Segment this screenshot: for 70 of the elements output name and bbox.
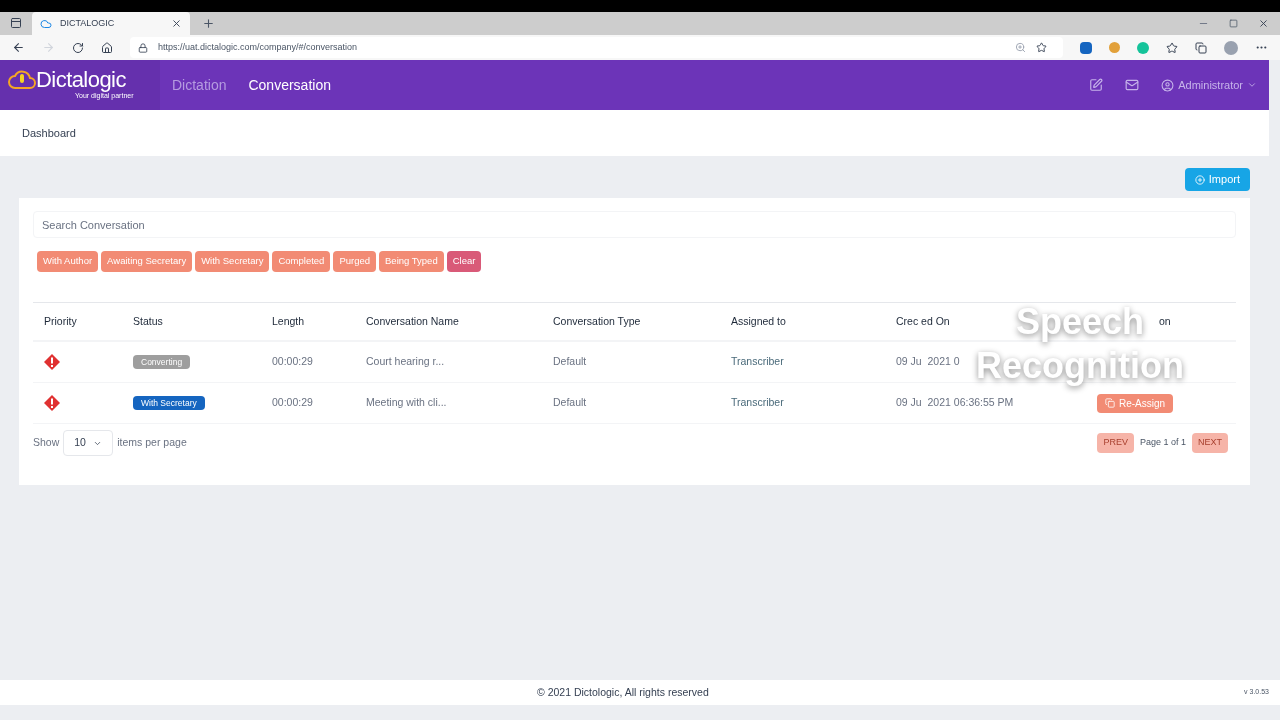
mail-icon[interactable] <box>1125 78 1140 92</box>
assignee-text: Transcriber <box>731 396 784 409</box>
prev-button[interactable]: PREV <box>1097 433 1134 453</box>
filter-button[interactable]: With Author <box>37 251 99 272</box>
conversation-type: Default <box>553 396 587 409</box>
column-header: Status <box>133 314 163 327</box>
per-page-select[interactable]: 10 <box>63 430 114 456</box>
assignee-text: Transcriber <box>731 355 784 368</box>
filter-button[interactable]: Clear <box>446 251 482 272</box>
nav-link[interactable]: Conversation <box>248 74 331 96</box>
priority-warning-icon <box>44 354 60 370</box>
tab-title: DICTALOGIC <box>60 16 116 30</box>
filter-button[interactable]: With Secretary <box>195 251 270 272</box>
status-badge: Converting <box>133 355 191 370</box>
home-icon[interactable] <box>101 41 113 54</box>
brand-logo-text: Dictalogic <box>36 68 126 91</box>
column-header: Conversation Type <box>553 314 641 327</box>
back-icon[interactable] <box>12 41 25 54</box>
search-field[interactable]: Search Conversation <box>33 211 1236 238</box>
filter-button[interactable]: Awaiting Secretary <box>101 251 193 272</box>
per-page-label: items per page <box>117 435 187 451</box>
copy-icon <box>1105 398 1115 408</box>
conversation-type: Default <box>553 355 587 368</box>
created-date: 09 Ju 2021 06:36:55 PM <box>896 396 1014 409</box>
lock-icon <box>138 42 148 53</box>
plus-icon <box>1194 174 1205 185</box>
column-header: Conversation Name <box>366 314 459 327</box>
cloud-mic-logo-icon <box>8 68 36 91</box>
breadcrumb[interactable]: Dashboard <box>22 124 76 142</box>
length-text: 00:00:29 <box>272 396 313 409</box>
column-header: on <box>1159 314 1171 327</box>
status-badge: With Secretary <box>133 396 205 411</box>
created-date: 09 Ju 2021 0 <box>896 355 960 368</box>
column-header: Priority <box>44 314 77 327</box>
column-header: Crec ed On <box>896 314 950 327</box>
tab-actions-icon[interactable] <box>10 17 22 29</box>
length-text: 00:00:29 <box>272 355 313 368</box>
collections-icon[interactable] <box>1195 41 1207 54</box>
edit-icon[interactable] <box>1089 78 1104 92</box>
filter-button[interactable]: Purged <box>333 251 377 272</box>
copyright-text: © 2021 Dictologic, All rights reserved <box>537 684 709 700</box>
filter-button[interactable]: Being Typed <box>379 251 444 272</box>
user-menu[interactable]: Administrator <box>1161 76 1257 94</box>
page-indicator: Page 1 of 1 <box>1139 436 1186 450</box>
reassign-button[interactable]: Re-Assign <box>1097 393 1174 413</box>
caption-text: Speech <box>1015 300 1145 344</box>
cloud-icon <box>40 17 52 30</box>
close-icon[interactable] <box>1258 18 1269 29</box>
conversation-name: Meeting with cli... <box>366 396 447 409</box>
favorites-icon[interactable] <box>1166 41 1178 54</box>
favorite-icon[interactable] <box>1036 42 1047 53</box>
column-header: Length <box>272 314 305 327</box>
close-icon[interactable] <box>171 18 182 29</box>
extension-icon[interactable] <box>1080 41 1092 54</box>
filter-button[interactable]: Completed <box>272 251 331 272</box>
conversation-name: Court hearing r... <box>366 355 445 368</box>
priority-warning-icon <box>44 395 60 411</box>
url-text: https://uat.dictalogic.com/company/#/conversation <box>158 40 359 54</box>
profile-avatar[interactable] <box>1224 40 1238 55</box>
address-bar[interactable]: https://uat.dictalogic.com/company/#/conversation <box>130 37 1063 58</box>
next-button[interactable]: NEXT <box>1192 433 1228 453</box>
new-tab-icon[interactable] <box>202 17 215 30</box>
reload-icon[interactable] <box>72 41 84 54</box>
caret-icon <box>1247 80 1257 90</box>
show-label: Show <box>33 435 60 451</box>
user-icon <box>1161 78 1175 92</box>
column-header: Assigned to <box>731 314 786 327</box>
import-button[interactable]: Import <box>1184 168 1250 191</box>
browser-tab[interactable]: DICTALOGIC <box>32 12 190 35</box>
nav-link[interactable]: Dictation <box>172 74 227 96</box>
